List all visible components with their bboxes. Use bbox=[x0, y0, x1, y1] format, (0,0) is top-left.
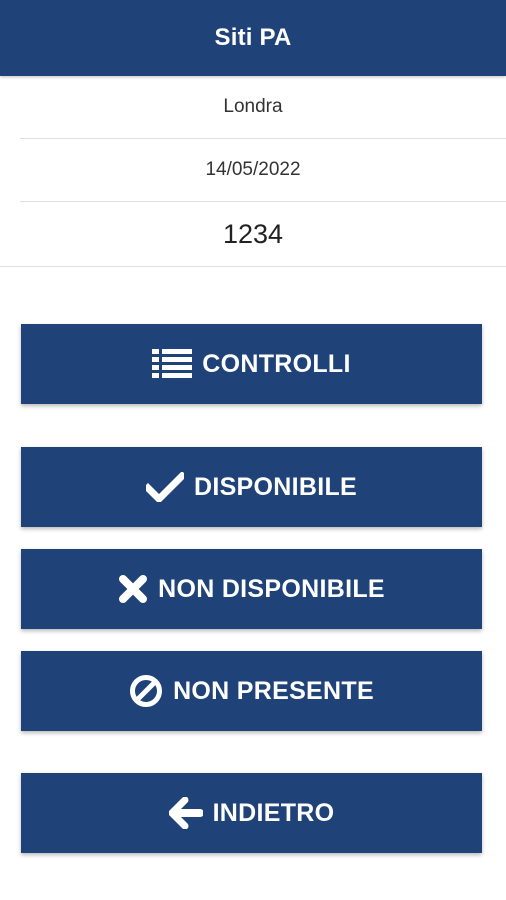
page-title: Siti PA bbox=[214, 24, 292, 51]
city-label: Londra bbox=[223, 96, 283, 117]
close-icon bbox=[118, 574, 148, 604]
non-presente-button[interactable]: NON PRESENTE bbox=[21, 651, 482, 731]
non-disponibile-button[interactable]: NON DISPONIBILE bbox=[21, 549, 482, 629]
indietro-button[interactable]: INDIETRO bbox=[21, 773, 482, 853]
list-icon bbox=[152, 348, 193, 380]
date-label: 14/05/2022 bbox=[205, 159, 301, 180]
disponibile-button[interactable]: DISPONIBILE bbox=[21, 447, 482, 527]
divider bbox=[0, 266, 506, 267]
site-code-label: 1234 bbox=[222, 218, 284, 249]
arrow-left-icon bbox=[168, 797, 203, 829]
check-icon bbox=[145, 472, 184, 502]
non-disponibile-button-label: NON DISPONIBILE bbox=[158, 574, 385, 603]
disponibile-button-label: DISPONIBILE bbox=[193, 472, 358, 501]
indietro-button-label: INDIETRO bbox=[212, 798, 335, 827]
controlli-button-label: CONTROLLI bbox=[202, 349, 351, 378]
non-presente-button-label: NON PRESENTE bbox=[173, 676, 374, 705]
controlli-button[interactable]: CONTROLLI bbox=[21, 324, 482, 404]
app-bar: Siti PA bbox=[0, 0, 506, 76]
ban-icon bbox=[129, 674, 163, 708]
